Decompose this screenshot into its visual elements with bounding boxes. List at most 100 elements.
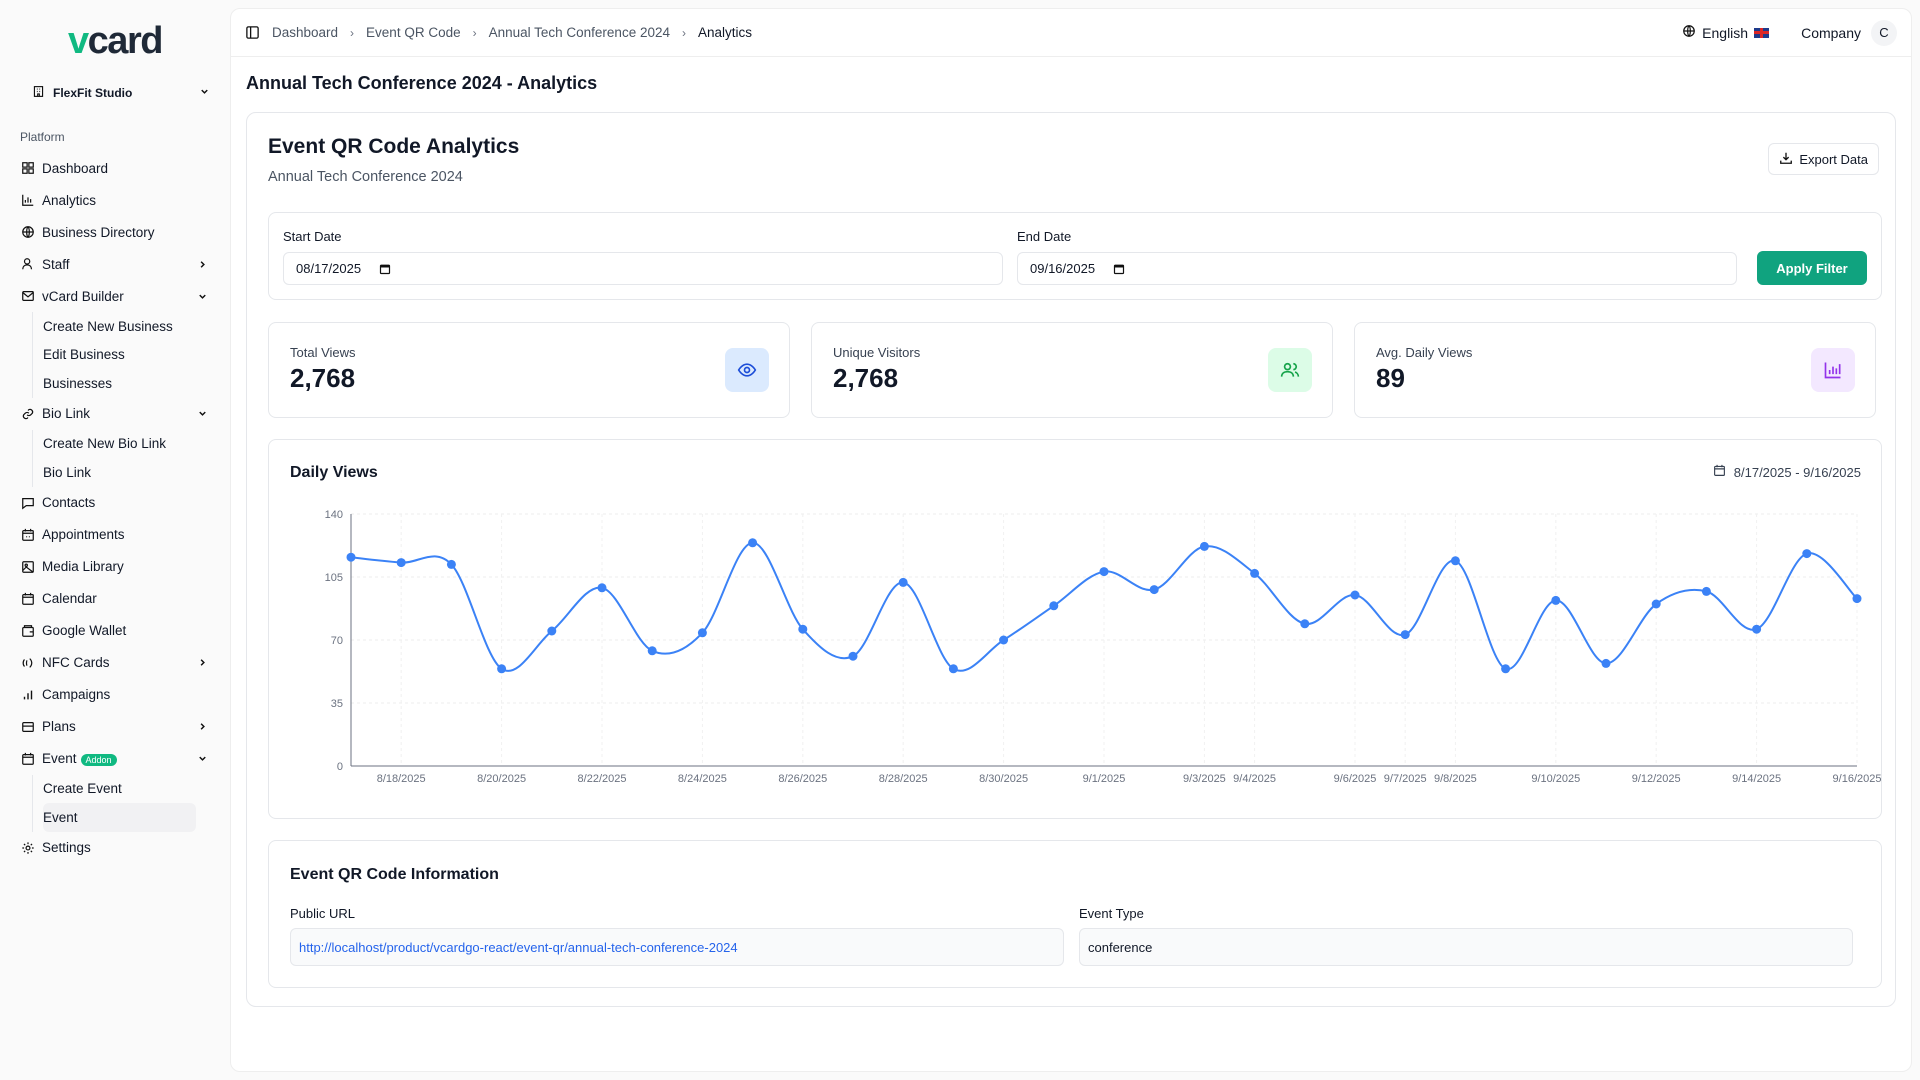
business-selector[interactable]: FlexFit Studio (32, 80, 210, 106)
logo-text: vcard (68, 19, 163, 62)
sidebar-item-business-directory[interactable]: Business Directory (10, 216, 220, 248)
x-tick-label: 8/18/2025 (377, 773, 426, 785)
data-point (547, 626, 557, 636)
data-point (1802, 549, 1812, 559)
bar-chart-icon (20, 192, 36, 208)
sidebar-item-settings[interactable]: Settings (10, 832, 220, 864)
company-label[interactable]: Company (1801, 25, 1861, 41)
data-point (1350, 590, 1360, 600)
calendar-icon[interactable] (379, 263, 391, 275)
sidebar-toggle-icon[interactable] (245, 25, 260, 40)
page-title: Annual Tech Conference 2024 - Analytics (246, 73, 598, 93)
x-tick-label: 8/24/2025 (678, 773, 727, 785)
sidebar-item-label: Analytics (42, 192, 97, 208)
x-tick-label: 9/4/2025 (1233, 773, 1276, 785)
sidebar-item-label: Dashboard (42, 160, 109, 176)
sidebar-item-vcard-builder[interactable]: vCard Builder (10, 280, 220, 312)
public-url-field[interactable]: http://localhost/product/vcardgo-react/e… (290, 928, 1064, 966)
main-content: Dashboard › Event QR Code › Annual Tech … (230, 8, 1912, 1072)
sidebar-subitem-businesses[interactable]: Businesses (43, 369, 220, 398)
sidebar-item-google-wallet[interactable]: Google Wallet (10, 615, 220, 647)
sidebar-item-media-library[interactable]: Media Library (10, 551, 220, 583)
stat-value: 2,768 (290, 363, 356, 393)
breadcrumb-event[interactable]: Annual Tech Conference 2024 (489, 25, 670, 40)
sidebar-subitem-create-new-business[interactable]: Create New Business (43, 312, 220, 341)
sidebar-item-campaigns[interactable]: Campaigns (10, 679, 220, 711)
addon-badge: Addon (80, 754, 117, 766)
uk-flag-icon (1754, 27, 1770, 38)
sidebar-item-label: Settings (42, 840, 91, 855)
sidebar-item-analytics[interactable]: Analytics (10, 184, 220, 216)
chart-title: Daily Views (290, 464, 378, 481)
export-data-button[interactable]: Export Data (1768, 143, 1879, 175)
y-tick-label: 140 (325, 509, 343, 521)
sidebar-item-calendar[interactable]: Calendar (10, 583, 220, 615)
apply-filter-button[interactable]: Apply Filter (1757, 251, 1867, 285)
x-tick-label: 9/16/2025 (1833, 773, 1882, 785)
logo[interactable]: vcard (10, 0, 220, 80)
breadcrumb-event-qr-code[interactable]: Event QR Code (366, 25, 461, 40)
data-point (697, 628, 707, 638)
data-point (1149, 585, 1159, 595)
sidebar-item-label: vCard Builder (42, 288, 124, 304)
stat-value: 2,768 (833, 363, 899, 393)
calendar-icon[interactable] (1113, 263, 1125, 275)
credit-card-icon (20, 719, 36, 735)
chart-range-text: 8/17/2025 - 9/16/2025 (1733, 464, 1861, 480)
data-point (948, 664, 958, 674)
data-point (1450, 556, 1460, 566)
y-tick-label: 35 (331, 698, 343, 710)
analytics-title: Event QR Code Analytics (268, 135, 520, 158)
data-point (1701, 586, 1711, 596)
sidebar-subitem-event[interactable]: Event (43, 803, 196, 832)
stat-value: 89 (1376, 363, 1405, 393)
data-point (1752, 624, 1762, 634)
sidebar-item-label: Media Library (42, 559, 124, 574)
stat-label: Unique Visitors (833, 345, 921, 360)
x-tick-label: 9/8/2025 (1434, 773, 1477, 785)
sidebar-subitem-create-event[interactable]: Create Event (43, 775, 220, 804)
bar-chart-icon (1811, 348, 1855, 392)
chevron-right-icon: › (681, 25, 686, 40)
chevron-right-icon: › (472, 25, 477, 40)
breadcrumb: Dashboard › Event QR Code › Annual Tech … (245, 25, 1682, 40)
data-point (647, 646, 657, 656)
signal-icon (20, 687, 36, 703)
start-date-input[interactable]: 08/17/2025 (283, 252, 1003, 285)
data-point (1049, 601, 1059, 611)
end-date-input[interactable]: 09/16/2025 (1017, 252, 1737, 285)
grid-icon (20, 160, 36, 176)
stat-avg-daily-views: Avg. Daily Views 89 (1354, 322, 1876, 418)
sidebar-item-plans[interactable]: Plans (10, 711, 220, 743)
stat-label: Avg. Daily Views (1376, 345, 1473, 360)
date-filter: Start Date 08/17/2025 End Date 09/16/202… (268, 212, 1882, 300)
x-tick-label: 9/12/2025 (1632, 773, 1681, 785)
sidebar-item-contacts[interactable]: Contacts (10, 487, 220, 519)
sidebar-item-dashboard[interactable]: Dashboard (10, 152, 220, 184)
user-icon (20, 256, 36, 272)
message-icon (20, 495, 36, 511)
data-point (1852, 594, 1862, 604)
breadcrumb-dashboard[interactable]: Dashboard (272, 25, 338, 40)
chevron-down-icon (196, 290, 208, 302)
sidebar-item-bio-link[interactable]: Bio Link (10, 398, 220, 430)
sidebar-item-event[interactable]: Event Addon (10, 743, 220, 775)
avatar[interactable]: C (1871, 19, 1897, 46)
sidebar-subitem-bio-link[interactable]: Bio Link (43, 458, 220, 487)
calendar-icon (20, 751, 36, 767)
data-point (798, 624, 808, 634)
sidebar-subitem-create-new-bio-link[interactable]: Create New Bio Link (43, 430, 220, 459)
sidebar-item-staff[interactable]: Staff (10, 248, 220, 280)
sidebar-item-appointments[interactable]: Appointments (10, 519, 220, 551)
data-point (1099, 567, 1109, 577)
topbar: Dashboard › Event QR Code › Annual Tech … (231, 9, 1911, 57)
data-point (1300, 619, 1310, 629)
export-label: Export Data (1799, 151, 1868, 167)
language-selector[interactable]: English (1682, 24, 1770, 41)
sidebar-item-nfc-cards[interactable]: NFC Cards (10, 647, 220, 679)
link-icon (20, 406, 36, 422)
sidebar-subitem-edit-business[interactable]: Edit Business (43, 341, 220, 370)
chevron-right-icon (196, 657, 208, 669)
calendar-check-icon (20, 527, 36, 543)
data-point (848, 651, 858, 661)
